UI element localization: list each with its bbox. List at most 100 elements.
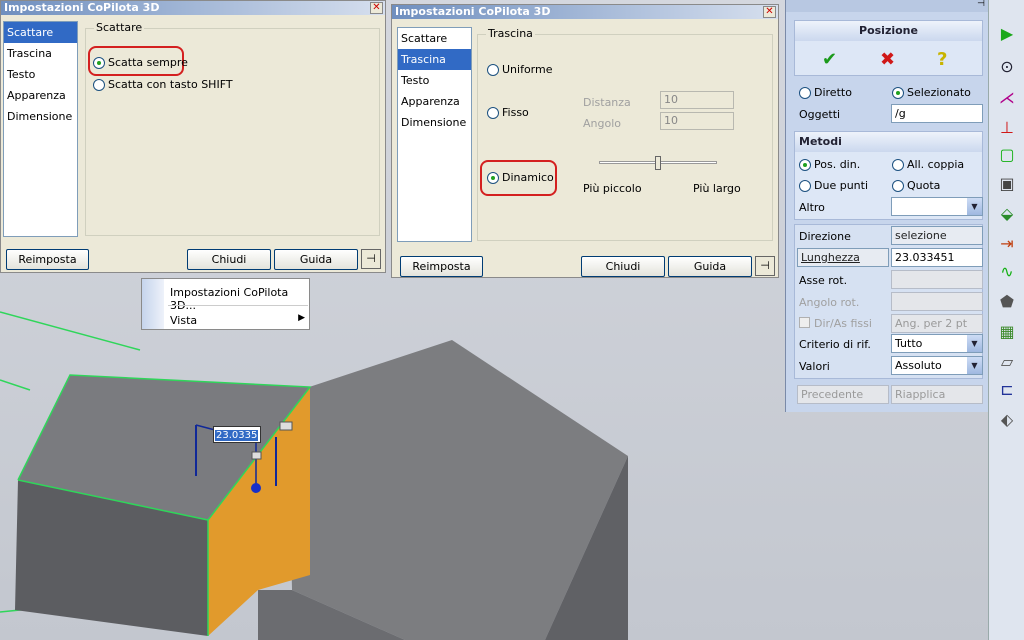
menu-item-view[interactable]: Vista bbox=[170, 314, 197, 327]
dialog-title-bar: Impostazioni CoPilota 3D ✕ bbox=[1, 1, 385, 15]
move-face-icon[interactable]: ⇥ bbox=[996, 232, 1018, 254]
radio-checked-icon bbox=[487, 171, 499, 184]
category-item-trascina[interactable]: Trascina bbox=[4, 43, 77, 64]
dir-fissi-field[interactable]: Ang. per 2 pt bbox=[891, 314, 983, 333]
radio-snap-always[interactable]: Scatta sempre bbox=[93, 56, 188, 69]
pin-icon[interactable]: ⊣ bbox=[977, 0, 985, 9]
radio-label: All. coppia bbox=[907, 158, 965, 171]
angle-label: Angolo bbox=[583, 117, 621, 130]
play-icon[interactable]: ▶ bbox=[996, 22, 1018, 44]
pull-icon[interactable]: ⬙ bbox=[996, 202, 1018, 224]
radio-label: Dinamico bbox=[502, 171, 554, 184]
bend-icon[interactable]: ⋌ bbox=[996, 86, 1018, 108]
category-item-dimensione[interactable]: Dimensione bbox=[398, 112, 471, 133]
dim-grip bbox=[279, 421, 293, 431]
radio-label: Pos. din. bbox=[814, 158, 861, 171]
close-button[interactable]: Chiudi bbox=[581, 256, 665, 277]
menu-strip bbox=[142, 279, 164, 329]
category-item-scattare[interactable]: Scattare bbox=[398, 28, 471, 49]
close-icon[interactable]: ✕ bbox=[763, 6, 776, 18]
close-button[interactable]: Chiudi bbox=[187, 249, 271, 270]
radio-label: Quota bbox=[907, 179, 941, 192]
pattern-icon[interactable]: ▦ bbox=[996, 320, 1018, 342]
category-item-apparenza[interactable]: Apparenza bbox=[4, 85, 77, 106]
flag-icon[interactable]: ⊏ bbox=[996, 378, 1018, 400]
valori-select[interactable]: Assoluto ▼ bbox=[891, 356, 983, 375]
rotate-icon[interactable]: ⊙ bbox=[996, 55, 1018, 77]
square-icon[interactable]: ▢ bbox=[996, 143, 1018, 165]
radio-label: Due punti bbox=[814, 179, 869, 192]
category-item-testo[interactable]: Testo bbox=[4, 64, 77, 85]
category-item-apparenza[interactable]: Apparenza bbox=[398, 91, 471, 112]
lunghezza-field[interactable]: 23.033451 bbox=[891, 248, 983, 267]
panel-header-bar: ⊣ bbox=[786, 0, 989, 12]
radio-unchecked-icon bbox=[892, 179, 904, 192]
sensitivity-slider[interactable] bbox=[599, 156, 717, 172]
pin-icon[interactable]: ⊣ bbox=[361, 249, 381, 269]
panel-title: Posizione bbox=[795, 21, 982, 41]
radio-due-punti[interactable]: Due punti bbox=[799, 179, 868, 192]
radio-label: Scatta sempre bbox=[108, 56, 188, 69]
help-icon[interactable]: ? bbox=[937, 49, 947, 70]
radio-drag-dynamic[interactable]: Dinamico bbox=[487, 171, 554, 184]
confirm-icon[interactable]: ✔ bbox=[822, 49, 837, 70]
radio-pos-din[interactable]: Pos. din. bbox=[799, 158, 860, 171]
menu-separator bbox=[168, 305, 308, 306]
tool-icon[interactable]: ⬖ bbox=[996, 408, 1018, 430]
radio-unchecked-icon bbox=[93, 78, 105, 91]
radio-all-coppia[interactable]: All. coppia bbox=[892, 158, 964, 171]
asse-rot-field[interactable] bbox=[891, 270, 983, 289]
help-button[interactable]: Guida bbox=[668, 256, 752, 277]
help-button[interactable]: Guida bbox=[274, 249, 358, 270]
category-item-testo[interactable]: Testo bbox=[398, 70, 471, 91]
reset-button[interactable]: Reimposta bbox=[6, 249, 89, 270]
dir-fissi-checkbox[interactable] bbox=[799, 317, 810, 328]
radio-unchecked-icon bbox=[799, 179, 811, 192]
position-section: Posizione ✔ ✖ ? bbox=[794, 20, 983, 76]
category-item-scattare[interactable]: Scattare bbox=[4, 22, 77, 43]
objects-field[interactable]: /g bbox=[891, 104, 983, 123]
split-icon[interactable]: ⊥ bbox=[996, 116, 1018, 138]
menu-item-copilot-settings[interactable]: Impostazioni CoPilota 3D... bbox=[170, 286, 309, 312]
dimension-input[interactable]: 23.0335 bbox=[213, 426, 261, 443]
radio-snap-shift[interactable]: Scatta con tasto SHIFT bbox=[93, 78, 233, 91]
altro-select[interactable]: ▼ bbox=[891, 197, 983, 216]
radio-direct[interactable]: Diretto bbox=[799, 86, 852, 99]
radio-unchecked-icon bbox=[487, 63, 499, 76]
radio-unchecked-icon bbox=[892, 158, 904, 171]
radio-drag-fixed[interactable]: Fisso bbox=[487, 106, 529, 119]
direzione-field[interactable]: selezione bbox=[891, 226, 983, 245]
asse-rot-label: Asse rot. bbox=[799, 274, 848, 287]
copilot-settings-dialog-drag: Impostazioni CoPilota 3D ✕ Scattare Trasc… bbox=[391, 4, 779, 278]
grid-line bbox=[0, 311, 141, 351]
box-copy-icon[interactable]: ▣ bbox=[996, 172, 1018, 194]
distance-field[interactable]: 10 bbox=[660, 91, 734, 109]
context-menu: Impostazioni CoPilota 3D... Vista ▶ bbox=[141, 278, 310, 330]
reset-button[interactable]: Reimposta bbox=[400, 256, 483, 277]
radio-selected[interactable]: Selezionato bbox=[892, 86, 971, 99]
lunghezza-button[interactable]: Lunghezza bbox=[797, 248, 889, 267]
curve-icon[interactable]: ∿ bbox=[996, 260, 1018, 282]
radio-quota[interactable]: Quota bbox=[892, 179, 940, 192]
cancel-icon[interactable]: ✖ bbox=[880, 49, 895, 70]
radio-checked-icon bbox=[93, 56, 105, 69]
handle-point bbox=[251, 483, 261, 493]
precedente-button[interactable]: Precedente bbox=[797, 385, 889, 404]
riapplica-button[interactable]: Riapplica bbox=[891, 385, 983, 404]
pin-icon[interactable]: ⊣ bbox=[755, 256, 775, 276]
dialog-title: Impostazioni CoPilota 3D bbox=[395, 5, 551, 18]
category-item-dimensione[interactable]: Dimensione bbox=[4, 106, 77, 127]
criterio-select[interactable]: Tutto ▼ bbox=[891, 334, 983, 353]
radio-checked-icon bbox=[799, 158, 811, 171]
direzione-label: Direzione bbox=[799, 230, 851, 243]
radio-drag-uniform[interactable]: Uniforme bbox=[487, 63, 553, 76]
solid-icon[interactable]: ⬟ bbox=[996, 290, 1018, 312]
angle-field[interactable]: 10 bbox=[660, 112, 734, 130]
angolo-rot-field[interactable] bbox=[891, 292, 983, 311]
criterio-label: Criterio di rif. bbox=[799, 338, 871, 351]
annotation-icon[interactable]: ▱ bbox=[996, 350, 1018, 372]
category-item-trascina[interactable]: Trascina bbox=[398, 49, 471, 70]
distance-label: Distanza bbox=[583, 96, 631, 109]
close-icon[interactable]: ✕ bbox=[370, 2, 383, 14]
slider-thumb[interactable] bbox=[655, 156, 661, 170]
